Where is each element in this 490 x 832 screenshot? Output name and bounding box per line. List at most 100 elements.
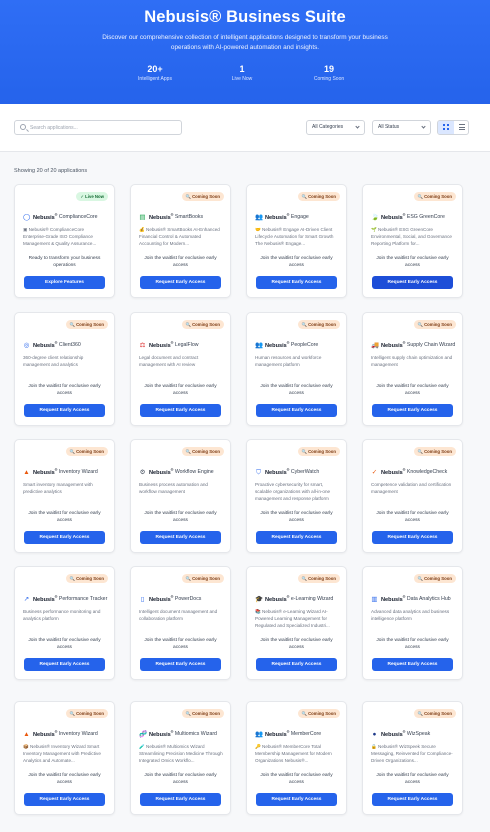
card-header: ↗ Nebusis® Performance Tracker xyxy=(23,591,108,607)
request-early-access-button[interactable]: Request Early Access xyxy=(24,658,105,671)
badge-label: Coming Soon xyxy=(308,194,336,199)
app-card[interactable]: 🔍 Coming Soon ⛉ Nebusis® CyberWatch Proactiv… xyxy=(246,439,347,553)
badge-label: Live Now xyxy=(85,194,104,199)
brand-name: Nebusis® xyxy=(381,595,405,603)
app-name: Performance Tracker xyxy=(58,595,108,602)
badge-label: Coming Soon xyxy=(424,194,452,199)
request-early-access-button[interactable]: Request Early Access xyxy=(372,276,453,289)
check-circle-icon: ✓ xyxy=(371,468,378,476)
app-description: 360-degree client relationship managemen… xyxy=(23,355,84,368)
stat-live: 1 Live Now xyxy=(197,64,287,82)
stat-value: 19 xyxy=(323,64,334,74)
card-header: 👥 Nebusis® PeopleCore xyxy=(255,337,340,353)
app-card[interactable]: 🔍 Coming Soon 🧬 Nebusis® Multiomics Wizard 🧪… xyxy=(130,701,231,815)
grid-view-button[interactable] xyxy=(438,121,454,134)
app-description: Smart inventory management with predicti… xyxy=(23,482,93,495)
app-description: 📚 Nebusis® e-Learning Wizard AI-Powered … xyxy=(255,609,330,629)
brand-label: Nebusis xyxy=(381,596,403,603)
brand-name: Nebusis® xyxy=(149,730,173,738)
app-card[interactable]: 🔍 Coming Soon ◎ Nebusis® Client360 360-degre… xyxy=(14,312,115,426)
status-badge: 🔍 Coming Soon xyxy=(297,192,340,201)
card-header: ◯ Nebusis® ComplianceCore xyxy=(23,209,108,225)
request-early-access-button[interactable]: Request Early Access xyxy=(24,793,105,806)
app-card[interactable]: 🔍 Coming Soon 👥 Nebusis® PeopleCore Human re… xyxy=(246,312,347,426)
category-select[interactable]: All Categories xyxy=(306,120,365,135)
availability-note: Join the waitlist for exclusive early ac… xyxy=(376,638,449,651)
brand-label: Nebusis xyxy=(149,469,171,476)
app-description: Intelligent document management and coll… xyxy=(139,609,218,622)
warehouse-icon: ▲ xyxy=(23,730,30,738)
app-card[interactable]: 🔍 Coming Soon ● Nebusis® WizSpeak 🔒 Nebusis®… xyxy=(362,701,463,815)
card-header: ▲ Nebusis® Inventory Wizard xyxy=(23,726,108,742)
request-early-access-button[interactable]: Request Early Access xyxy=(256,404,337,417)
request-early-access-button[interactable]: Request Early Access xyxy=(372,793,453,806)
request-early-access-button[interactable]: Request Early Access xyxy=(140,404,221,417)
registered-mark: ® xyxy=(170,468,174,473)
request-early-access-button[interactable]: Request Early Access xyxy=(140,276,221,289)
availability-note: Join the waitlist for exclusive early ac… xyxy=(28,638,101,651)
brand-label: Nebusis xyxy=(265,596,287,603)
search-box[interactable] xyxy=(14,120,182,135)
registered-mark: ® xyxy=(170,213,174,218)
app-card[interactable]: 🔍 Coming Soon 🎓 Nebusis® e-Learning Wizard 📚… xyxy=(246,566,347,680)
app-name: Inventory Wizard xyxy=(58,730,98,737)
app-name: PowerDocs xyxy=(174,595,202,602)
app-card[interactable]: 🔍 Coming Soon ▤ Nebusis® SmartBooks 💰 Nebusi… xyxy=(130,184,231,298)
app-card[interactable]: 🔍 Coming Soon ▥ Nebusis® Data Analytics Hub… xyxy=(362,566,463,680)
availability-note: Join the waitlist for exclusive early ac… xyxy=(260,773,333,786)
request-early-access-button[interactable]: Request Early Access xyxy=(140,658,221,671)
app-description: Business performance monitoring and anal… xyxy=(23,609,101,622)
request-early-access-button[interactable]: Request Early Access xyxy=(256,658,337,671)
app-card[interactable]: 🔍 Coming Soon ▯ Nebusis® PowerDocs Intellige… xyxy=(130,566,231,680)
app-card[interactable]: ✓ Live Now ◯ Nebusis® ComplianceCore ▣ Nebus… xyxy=(14,184,115,298)
request-early-access-button[interactable]: Request Early Access xyxy=(372,404,453,417)
app-card[interactable]: 🔍 Coming Soon 👥 Nebusis® Engage 🤝 Nebusis® E… xyxy=(246,184,347,298)
search-input[interactable] xyxy=(30,122,178,133)
app-card[interactable]: 🔍 Coming Soon ↗ Nebusis® Performance Tracke… xyxy=(14,566,115,680)
app-card[interactable]: 🔍 Coming Soon ▲ Nebusis® Inventory Wizard 📦 … xyxy=(14,701,115,815)
request-early-access-button[interactable]: Request Early Access xyxy=(140,531,221,544)
app-card[interactable]: 🔍 Coming Soon ✓ Nebusis® KnowledgeCheck Comp… xyxy=(362,439,463,553)
brand-name: Nebusis® xyxy=(381,468,405,476)
list-view-button[interactable] xyxy=(454,121,468,134)
app-card[interactable]: 🔍 Coming Soon ⚙ Nebusis® Workflow Engine Bus… xyxy=(130,439,231,553)
card-header: ● Nebusis® WizSpeak xyxy=(371,726,456,742)
request-early-access-button[interactable]: Request Early Access xyxy=(372,658,453,671)
registered-mark: ® xyxy=(286,341,290,346)
app-card[interactable]: 🔍 Coming Soon ⚖ Nebusis® LegalFlow Legal doc… xyxy=(130,312,231,426)
brand-name: Nebusis® xyxy=(265,730,289,738)
warehouse-icon: ▲ xyxy=(23,468,30,476)
app-card[interactable]: 🔍 Coming Soon 🍃 Nebusis® ESG GreenCore 🌱 Neb… xyxy=(362,184,463,298)
badge-label: Coming Soon xyxy=(424,322,452,327)
request-early-access-button[interactable]: Request Early Access xyxy=(256,531,337,544)
card-header: ▲ Nebusis® Inventory Wizard xyxy=(23,464,108,480)
card-header: 👥 Nebusis® MemberCore xyxy=(255,726,340,742)
app-name: SmartBooks xyxy=(174,213,204,220)
app-card[interactable]: 🔍 Coming Soon 🚚 Nebusis® Supply Chain Wizar… xyxy=(362,312,463,426)
app-description: 📦 Nebusis® Inventory Wizard Smart Invent… xyxy=(23,744,101,764)
request-early-access-button[interactable]: Request Early Access xyxy=(256,793,337,806)
app-name: Supply Chain Wizard xyxy=(406,341,456,348)
badge-icon: 🔍 xyxy=(185,322,191,327)
brand-name: Nebusis® xyxy=(33,468,57,476)
request-early-access-button[interactable]: Request Early Access xyxy=(140,793,221,806)
app-card[interactable]: 🔍 Coming Soon ▲ Nebusis® Inventory Wizard Sm… xyxy=(14,439,115,553)
badge-icon: ✓ xyxy=(80,194,84,199)
stat-apps: 20+ Intelligent Apps xyxy=(110,64,200,82)
brand-name: Nebusis® xyxy=(381,730,405,738)
explore-features-button[interactable]: Explore Features xyxy=(24,276,105,289)
status-select[interactable]: All Status xyxy=(372,120,431,135)
badge-label: Coming Soon xyxy=(308,322,336,327)
badge-icon: 🔍 xyxy=(301,711,307,716)
request-early-access-button[interactable]: Request Early Access xyxy=(372,531,453,544)
brand-label: Nebusis xyxy=(33,214,55,221)
app-description: Legal document and contract management w… xyxy=(139,355,199,368)
registered-mark: ® xyxy=(170,341,174,346)
chart-trend-icon: ↗ xyxy=(23,595,30,603)
request-early-access-button[interactable]: Request Early Access xyxy=(24,531,105,544)
badge-label: Coming Soon xyxy=(308,711,336,716)
app-card[interactable]: 🔍 Coming Soon 👥 Nebusis® MemberCore 🔑 Nebusi… xyxy=(246,701,347,815)
availability-note: Join the waitlist for exclusive early ac… xyxy=(376,256,449,269)
request-early-access-button[interactable]: Request Early Access xyxy=(24,404,105,417)
request-early-access-button[interactable]: Request Early Access xyxy=(256,276,337,289)
